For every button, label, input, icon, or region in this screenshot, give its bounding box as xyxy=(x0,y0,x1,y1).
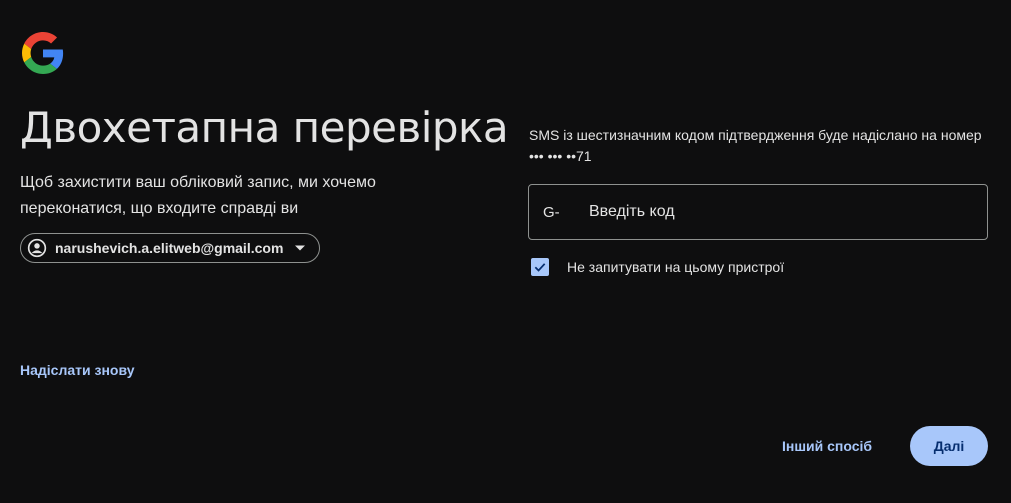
sms-info-text: SMS із шестизначним кодом підтвердження … xyxy=(529,125,999,167)
account-circle-icon xyxy=(27,238,47,258)
google-logo-icon xyxy=(22,32,64,74)
page-title: Двохетапна перевірка xyxy=(20,103,509,152)
code-field: G- xyxy=(528,184,988,240)
page-subtitle: Щоб захистити ваш обліковий запис, ми хо… xyxy=(20,174,376,217)
check-icon xyxy=(534,263,546,272)
resend-code-link[interactable]: Надіслати знову xyxy=(20,362,135,378)
next-button[interactable]: Далі xyxy=(910,426,988,466)
code-input[interactable] xyxy=(589,185,987,239)
remember-device-option[interactable]: Не запитувати на цьому пристрої xyxy=(531,258,784,276)
masked-phone-number: ••• ••• ••71 xyxy=(529,148,592,164)
sms-info-message: SMS із шестизначним кодом підтвердження … xyxy=(529,127,982,143)
sign-in-card: Двохетапна перевірка Щоб захистити ваш о… xyxy=(0,0,1011,503)
code-prefix: G- xyxy=(543,203,560,221)
account-email: narushevich.a.elitweb@gmail.com xyxy=(55,240,284,256)
caret-down-icon xyxy=(295,245,306,251)
remember-device-label: Не запитувати на цьому пристрої xyxy=(567,259,785,275)
try-another-way-button[interactable]: Інший спосіб xyxy=(770,426,884,466)
account-chip[interactable]: narushevich.a.elitweb@gmail.com xyxy=(20,233,321,263)
remember-device-checkbox[interactable] xyxy=(531,258,549,276)
